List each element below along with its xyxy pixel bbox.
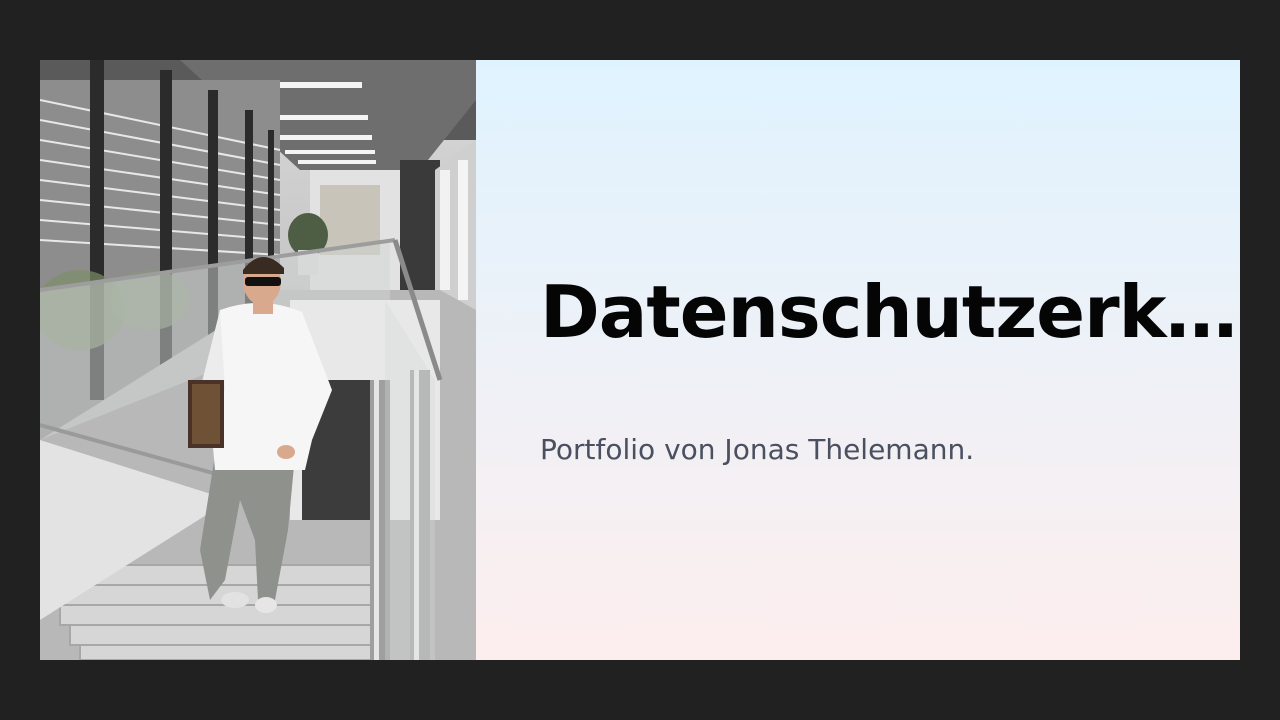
slide-subtitle: Portfolio von Jonas Thelemann. — [540, 433, 975, 466]
portrait-photo — [40, 60, 476, 660]
slide-title: Datenschutzerk… — [540, 270, 1237, 354]
title-panel: Datenschutzerk… Portfolio von Jonas Thel… — [476, 60, 1240, 660]
slide: Datenschutzerk… Portfolio von Jonas Thel… — [40, 60, 1240, 660]
